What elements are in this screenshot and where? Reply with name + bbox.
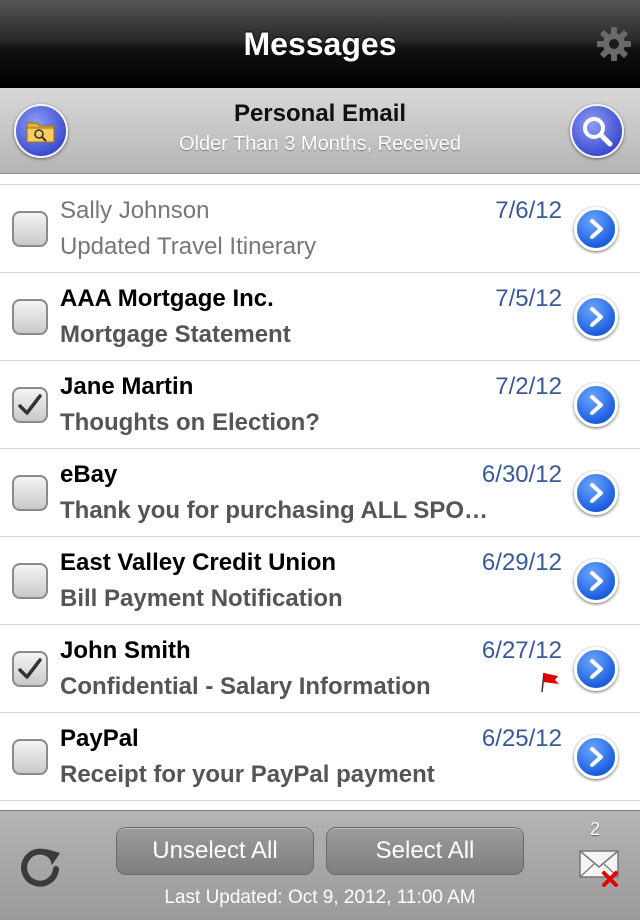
message-sender: AAA Mortgage Inc. [60,285,274,312]
chevron-right-icon [590,395,603,415]
select-all-button[interactable]: Select All [326,827,524,875]
checkbox[interactable] [12,299,48,335]
message-row[interactable]: PayPal Receipt for your PayPal payment 6/2… [0,713,640,801]
open-message-button[interactable] [574,383,618,427]
open-message-button[interactable] [574,735,618,779]
checkbox-checked[interactable] [12,651,48,687]
flag-icon [541,672,559,693]
gear-icon[interactable] [596,26,632,62]
open-message-button[interactable] [574,647,618,691]
message-subject: Thoughts on Election? [60,409,320,436]
message-sender: Sally Johnson [60,197,210,224]
mailbox-title: Personal Email [233,100,407,127]
message-date: 7/5/12 [495,285,562,312]
chevron-right-icon [590,571,603,591]
message-row[interactable]: Jane Martin Thoughts on Election? 7/2/12 [0,361,640,449]
message-row[interactable]: East Valley Credit Union Bill Payment Not… [0,537,640,625]
message-row[interactable]: John Smith Confidential - Salary Informat… [0,625,640,713]
message-date: 6/25/12 [481,725,562,752]
checkbox[interactable] [12,563,48,599]
message-sender: PayPal [60,725,139,752]
message-row[interactable]: eBay Thank you for purchasing ALL SPO… 6/3… [0,449,640,537]
message-sender: eBay [60,461,118,488]
open-message-button[interactable] [574,471,618,515]
message-subject: Mortgage Statement [60,321,291,348]
message-sender: Jane Martin [60,373,194,400]
filter-caption: Older Than 3 Months, Received [178,133,461,155]
chevron-right-icon [590,219,603,239]
checkmark-icon [18,658,42,679]
search-button[interactable] [570,104,624,158]
unselect-all-button[interactable]: Unselect All [116,827,314,875]
checkbox[interactable] [12,739,48,775]
message-date: 6/30/12 [481,461,562,488]
message-date: 6/29/12 [481,549,562,576]
message-row[interactable]: AAA Mortgage Inc. Mortgage Statement 7/5/1… [0,273,640,361]
message-date: 7/2/12 [495,373,562,400]
chevron-right-icon [590,307,603,327]
page-title: Messages [243,25,397,62]
chevron-right-icon [590,747,603,767]
message-sender: John Smith [60,637,191,664]
refresh-icon[interactable] [14,841,66,893]
footer-toolbar: Unselect All Select All 2 Last Updated: … [0,810,640,920]
chevron-right-icon [590,659,603,679]
open-message-button[interactable] [574,295,618,339]
open-message-button[interactable] [574,559,618,603]
checkbox[interactable] [12,475,48,511]
checkmark-icon [18,394,42,415]
title-bar: Messages [0,0,640,88]
message-subject: Confidential - Salary Information [60,673,431,700]
message-subject: Receipt for your PayPal payment [60,761,435,788]
message-subject: Thank you for purchasing ALL SPO… [60,497,489,524]
last-updated-label: Last Updated: Oct 9, 2012, 11:00 AM [164,887,476,908]
checkbox[interactable] [12,211,48,247]
message-date: 7/6/12 [495,197,562,224]
message-list[interactable]: Sally Johnson Updated Travel Itinerary 7/6… [0,184,640,810]
open-message-button[interactable] [574,207,618,251]
message-row[interactable]: Sally Johnson Updated Travel Itinerary 7/6… [0,185,640,273]
message-subject: Bill Payment Notification [60,585,343,612]
message-sender: East Valley Credit Union [60,549,337,576]
selected-count: 2 [590,819,601,839]
mailbox-header: Personal Email Older Than 3 Months, Rece… [0,88,640,174]
checkbox-checked[interactable] [12,387,48,423]
search-icon [583,117,613,147]
chevron-right-icon [590,483,603,503]
message-subject: Updated Travel Itinerary [60,233,317,260]
message-date: 6/27/12 [481,637,562,664]
delete-mail-icon[interactable] [578,847,622,887]
